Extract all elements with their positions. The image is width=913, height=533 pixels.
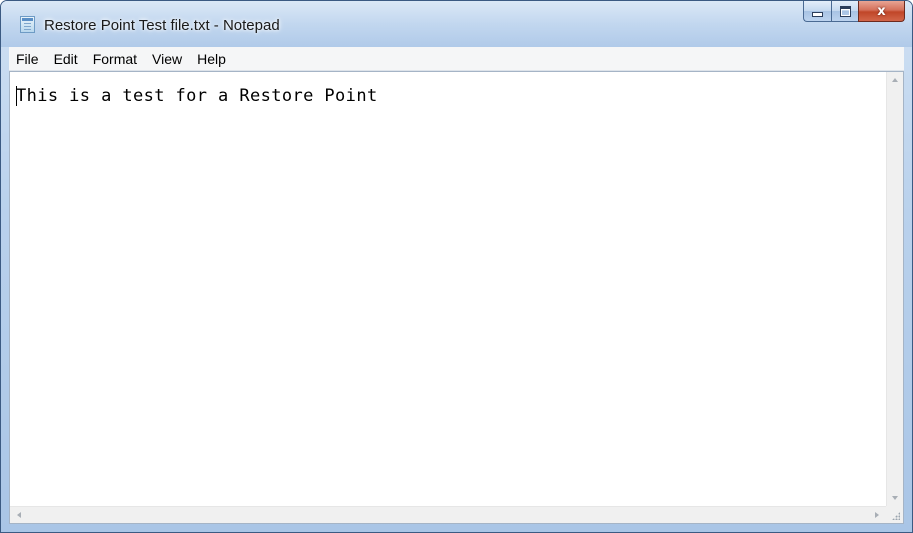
scroll-left-arrow-icon[interactable] [17, 512, 21, 518]
resize-grip-icon[interactable] [892, 512, 900, 520]
close-button[interactable]: x [858, 1, 905, 22]
notepad-icon[interactable] [20, 16, 35, 33]
scroll-right-arrow-icon[interactable] [875, 512, 879, 518]
menu-edit[interactable]: Edit [47, 49, 85, 69]
scroll-down-arrow-icon[interactable] [892, 496, 898, 500]
document-text-area[interactable]: This is a test for a Restore Point [10, 72, 886, 506]
minimize-button[interactable] [803, 1, 831, 22]
menu-view[interactable]: View [145, 49, 189, 69]
minimize-icon [812, 11, 823, 17]
maximize-button[interactable] [831, 1, 858, 22]
menu-file[interactable]: File [9, 49, 46, 69]
vertical-scrollbar[interactable] [886, 72, 903, 506]
caption-buttons: x [803, 1, 905, 22]
notepad-window: Restore Point Test file.txt - Notepad x … [0, 0, 913, 533]
menu-help[interactable]: Help [190, 49, 233, 69]
title-bar[interactable]: Restore Point Test file.txt - Notepad x [1, 1, 912, 47]
horizontal-scrollbar[interactable] [10, 506, 886, 523]
menu-format[interactable]: Format [86, 49, 144, 69]
scrollbar-corner [886, 506, 903, 523]
window-title: Restore Point Test file.txt - Notepad [44, 17, 280, 34]
scroll-up-arrow-icon[interactable] [892, 78, 898, 82]
document-text: This is a test for a Restore Point [16, 86, 378, 106]
maximize-icon [839, 5, 851, 17]
editor-client-area: This is a test for a Restore Point [9, 71, 904, 524]
close-icon: x [877, 3, 886, 19]
menu-bar: File Edit Format View Help [9, 47, 904, 71]
